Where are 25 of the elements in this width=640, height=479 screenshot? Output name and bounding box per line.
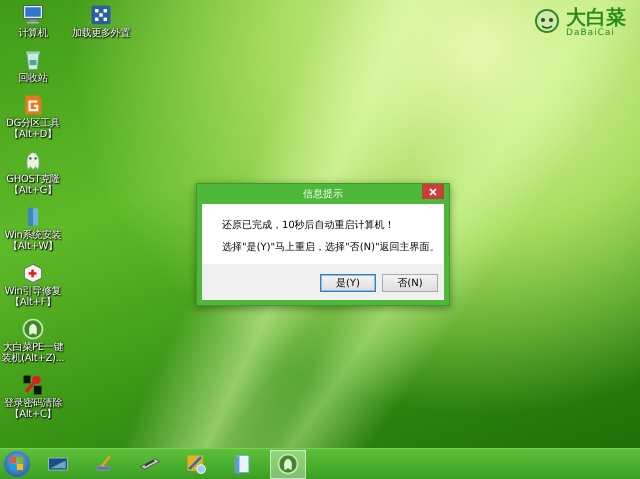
dialog-button[interactable]: 否(N) xyxy=(382,274,438,292)
close-icon xyxy=(429,188,437,196)
dialog-message: 还原已完成，10秒后自动重启计算机！ xyxy=(222,218,396,232)
desktop-icon-label[interactable]: 加载更多外置 xyxy=(72,28,130,39)
desktop-icon-label[interactable]: DG分区工具 【Alt+D】 xyxy=(6,118,60,140)
desktop-icon-label[interactable]: 回收站 xyxy=(18,73,48,84)
desktop-icon-label[interactable]: 大白菜PE一键 装机(Alt+Z)... xyxy=(2,342,64,364)
dialog-title: 信息提示 xyxy=(303,188,343,201)
grid-icon xyxy=(89,3,113,27)
dialog-button[interactable]: 是(Y) xyxy=(320,274,376,292)
ghost-badge-icon xyxy=(21,317,45,341)
desktop-icon-label[interactable]: 计算机 xyxy=(18,28,48,39)
logo-subtitle: DaBaiCai xyxy=(566,28,616,38)
logo-title: 大白菜 xyxy=(566,6,626,28)
ghost-badge-icon xyxy=(276,452,300,476)
start-button[interactable] xyxy=(4,451,30,477)
first-aid-box-icon xyxy=(21,261,45,285)
dialog-message: 选择"是(Y)"马上重启，选择"否(N)"返回主界面。 xyxy=(222,240,440,254)
desktop-icon-label[interactable]: 登录密码清除 【Alt+C】 xyxy=(4,398,62,420)
close-button[interactable] xyxy=(422,184,444,199)
desktop-icon-label[interactable]: Win系统安装 【Alt+W】 xyxy=(4,230,62,252)
desktop-icon-label[interactable]: Win引导修复 【Alt+F】 xyxy=(4,286,62,308)
desktop-icon-label[interactable]: GHOST克隆 【Alt+G】 xyxy=(6,174,60,196)
taskbar-button[interactable] xyxy=(270,450,306,478)
windows-logo-icon xyxy=(10,457,24,471)
